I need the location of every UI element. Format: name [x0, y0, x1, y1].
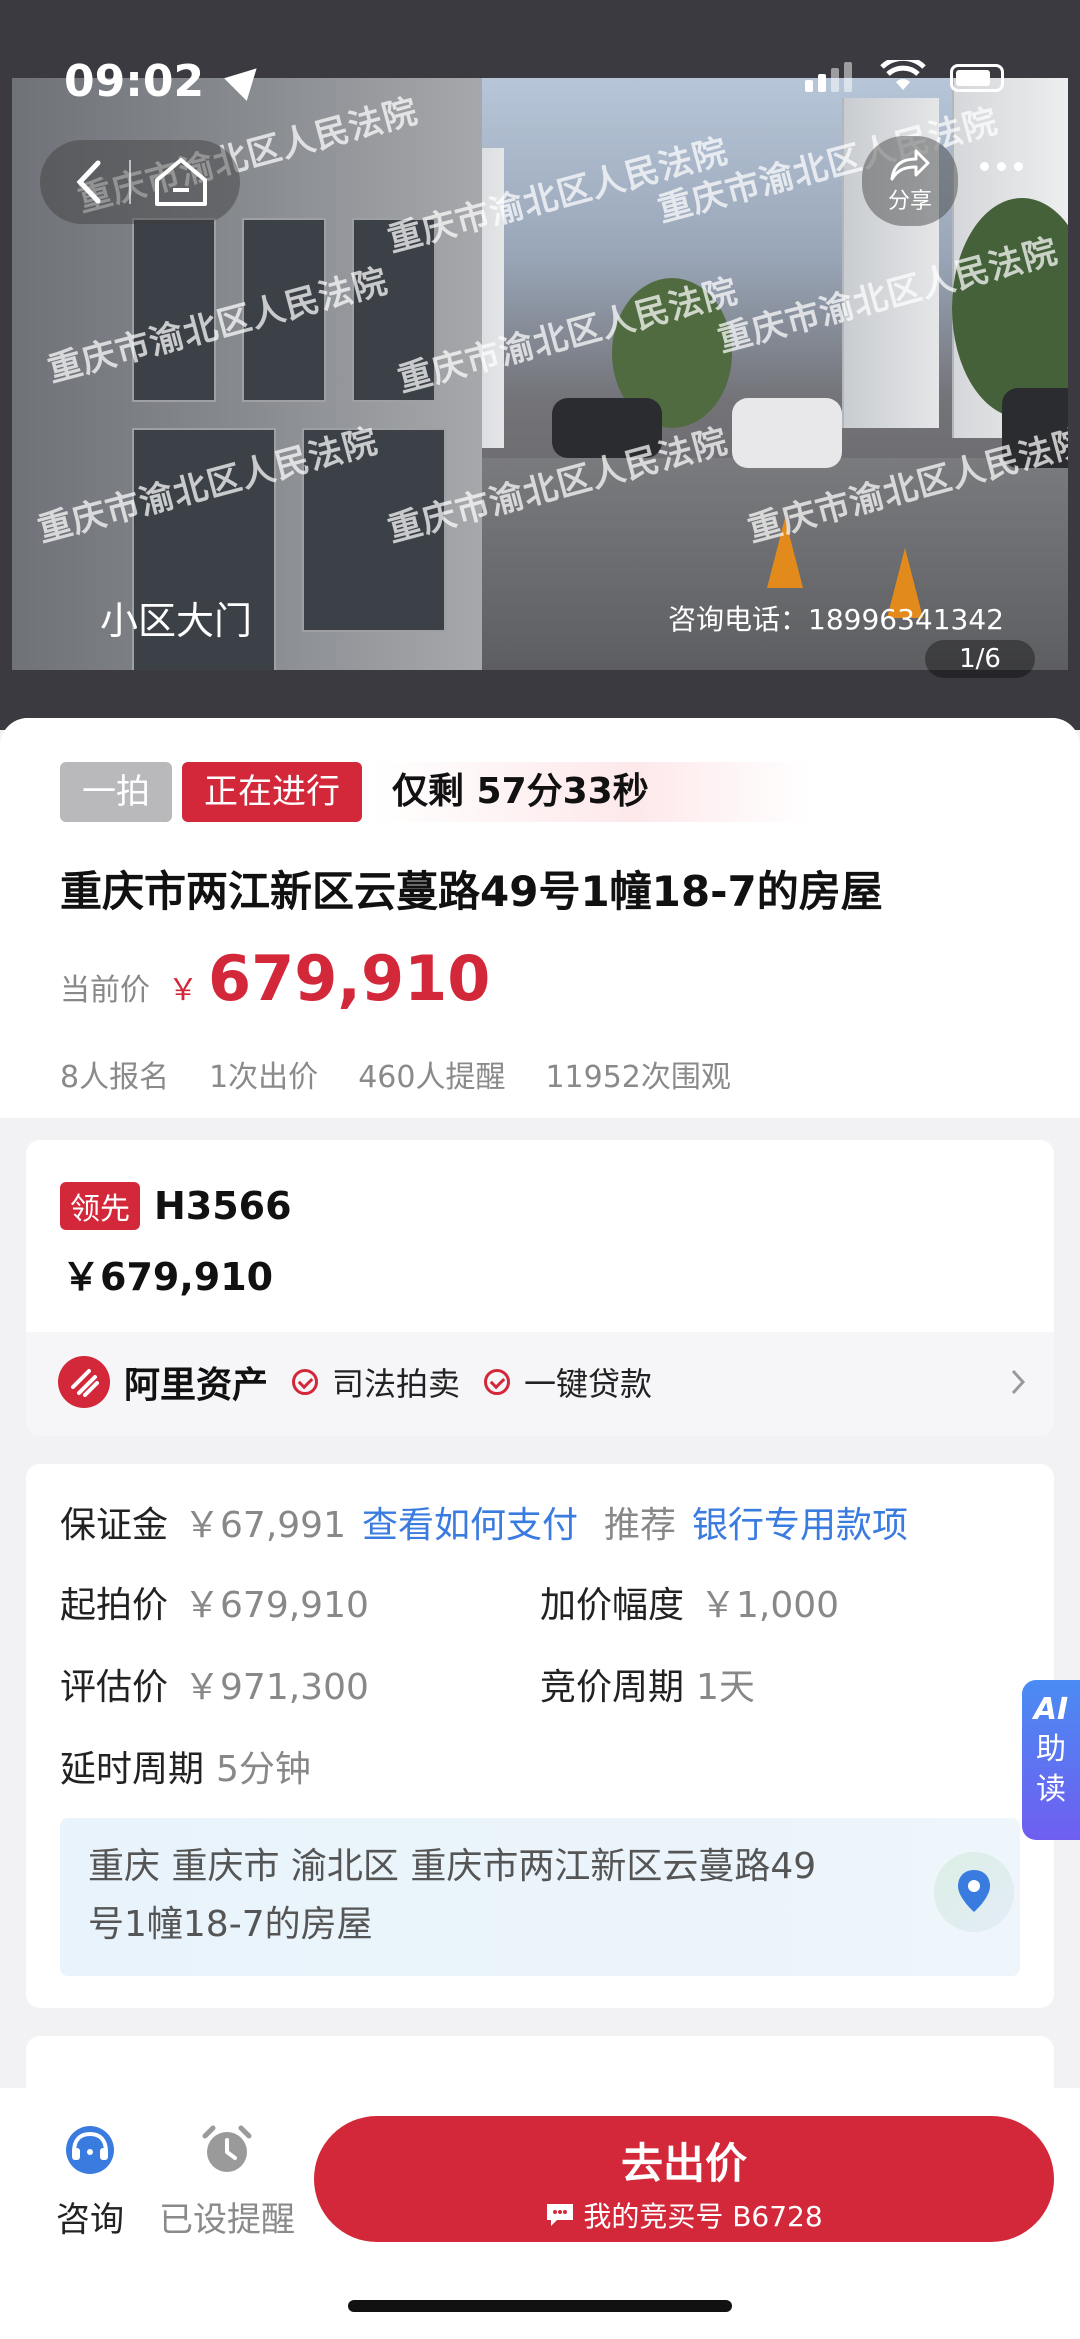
photo-gallery[interactable]: 重庆市渝北区人民法院 重庆市渝北区人民法院 重庆市渝北区人民法院 重庆市渝北区人…	[0, 0, 1080, 730]
map-pin-icon[interactable]	[934, 1852, 1014, 1932]
how-to-pay-link[interactable]: 查看如何支付	[362, 1496, 578, 1548]
cycle-row: 竞价周期 1天	[540, 1658, 755, 1710]
lead-bid-amount: ￥679,910	[62, 1255, 274, 1299]
delay-row: 延时周期 5分钟	[60, 1740, 311, 1792]
deposit-label: 保证金	[60, 1505, 169, 1546]
feature-judicial-auction: 司法拍卖	[332, 1365, 461, 1403]
price-row: 当前价 ￥ 679,910	[60, 942, 490, 1015]
back-home-group	[40, 140, 240, 224]
chat-bubble-icon	[547, 2204, 574, 2226]
property-title: 重庆市两江新区云蔓路49号1幢18-7的房屋	[60, 867, 883, 916]
deposit-value: ￥67,991	[184, 1505, 346, 1546]
start-price-label: 起拍价	[60, 1585, 169, 1626]
stats-row: 8人报名 1次出价 460人提醒 11952次围观	[60, 1052, 731, 1096]
check-circle-icon	[292, 1369, 319, 1395]
address-line-1: 重庆 重庆市 渝北区 重庆市两江新区云蔓路49	[88, 1846, 817, 1887]
provider-brand: 阿里资产	[124, 1365, 269, 1406]
stat-views: 11952次围观	[545, 1060, 731, 1095]
cycle-value: 1天	[696, 1667, 755, 1708]
share-button[interactable]: 分享	[862, 136, 958, 226]
ai-tab-line1: AI	[1033, 1692, 1069, 1727]
bid-number: 我的竞买号 B6728	[583, 2200, 823, 2233]
consult-label: 咨询	[56, 2200, 124, 2240]
delay-value: 5分钟	[216, 1749, 311, 1790]
stat-bids: 1次出价	[209, 1060, 319, 1095]
stat-signups: 8人报名	[60, 1060, 170, 1095]
chevron-left-icon	[76, 160, 101, 204]
place-bid-button[interactable]: 去出价 我的竞买号 B6728	[314, 2116, 1054, 2242]
home-indicator	[348, 2300, 732, 2312]
signal-icon	[805, 62, 852, 92]
current-price: 679,910	[208, 942, 491, 1015]
photo-counter: 1/6	[925, 640, 1035, 678]
photo-caption: 小区大门	[100, 599, 253, 643]
photo-car	[732, 398, 842, 468]
countdown: 仅剩 57分33秒	[372, 762, 809, 822]
ai-reading-tab[interactable]: AI 助 读	[1022, 1680, 1080, 1840]
battery-icon	[950, 64, 1004, 92]
alarm-clock-icon	[202, 2125, 252, 2172]
bid-button-label: 去出价	[620, 2139, 747, 2188]
wifi-icon	[880, 55, 926, 92]
bid-number-row: 我的竞买号 B6728	[314, 2195, 1054, 2235]
status-time: 09:02	[64, 56, 205, 107]
lead-bidder-row: 领先 H3566	[60, 1182, 292, 1230]
status-tag: 正在进行	[182, 762, 362, 822]
customer-service-icon	[66, 2126, 114, 2174]
provider-row[interactable]: 阿里资产 司法拍卖 一键贷款	[58, 1356, 1028, 1408]
recommend-label: 推荐	[604, 1505, 677, 1546]
reminder-label: 已设提醒	[159, 2200, 295, 2240]
increment-row: 加价幅度 ￥1,000	[540, 1576, 839, 1628]
start-price-row: 起拍价 ￥679,910	[60, 1576, 369, 1628]
currency-symbol: ￥	[168, 973, 198, 1008]
photo-phone: 咨询电话：18996341342	[668, 603, 1004, 636]
back-button[interactable]	[49, 140, 129, 224]
reminder-button[interactable]: 已设提醒	[152, 2120, 302, 2241]
lead-badge: 领先	[60, 1182, 140, 1230]
ali-assets-logo-icon	[58, 1356, 110, 1408]
price-label: 当前价	[60, 973, 150, 1008]
cycle-label: 竞价周期	[540, 1667, 685, 1708]
share-icon	[890, 149, 930, 181]
ai-tab-line2: 助	[1036, 1732, 1066, 1767]
deposit-row: 保证金 ￥67,991 查看如何支付 推荐 银行专用款项	[60, 1496, 908, 1548]
home-button[interactable]	[131, 140, 231, 224]
stat-reminders: 460人提醒	[358, 1060, 506, 1095]
appraise-row: 评估价 ￥971,300	[60, 1658, 369, 1710]
appraise-value: ￥971,300	[184, 1667, 369, 1708]
increment-label: 加价幅度	[540, 1585, 685, 1626]
bank-payment-link[interactable]: 银行专用款项	[692, 1496, 908, 1548]
ai-tab-line3: 读	[1036, 1772, 1066, 1807]
status-row: 一拍 正在进行 仅剩 57分33秒	[60, 762, 809, 822]
share-label: 分享	[887, 189, 932, 214]
home-icon	[155, 158, 207, 206]
check-circle-icon	[484, 1369, 511, 1395]
loan-service-card-peek	[26, 2036, 1054, 2096]
delay-label: 延时周期	[60, 1749, 205, 1790]
address-box[interactable]: 重庆 重庆市 渝北区 重庆市两江新区云蔓路49 号1幢18-7的房屋	[60, 1818, 1020, 1976]
feature-one-click-loan: 一键贷款	[524, 1365, 653, 1403]
consult-button[interactable]: 咨询	[50, 2120, 130, 2241]
more-menu-icon[interactable]	[980, 162, 1023, 171]
lead-bidder-id: H3566	[154, 1184, 292, 1228]
increment-value: ￥1,000	[700, 1585, 840, 1626]
address-line-2: 号1幢18-7的房屋	[88, 1904, 373, 1945]
appraise-label: 评估价	[60, 1667, 169, 1708]
start-price-value: ￥679,910	[184, 1585, 369, 1626]
chevron-right-icon	[1011, 1369, 1026, 1395]
round-tag: 一拍	[60, 762, 172, 822]
